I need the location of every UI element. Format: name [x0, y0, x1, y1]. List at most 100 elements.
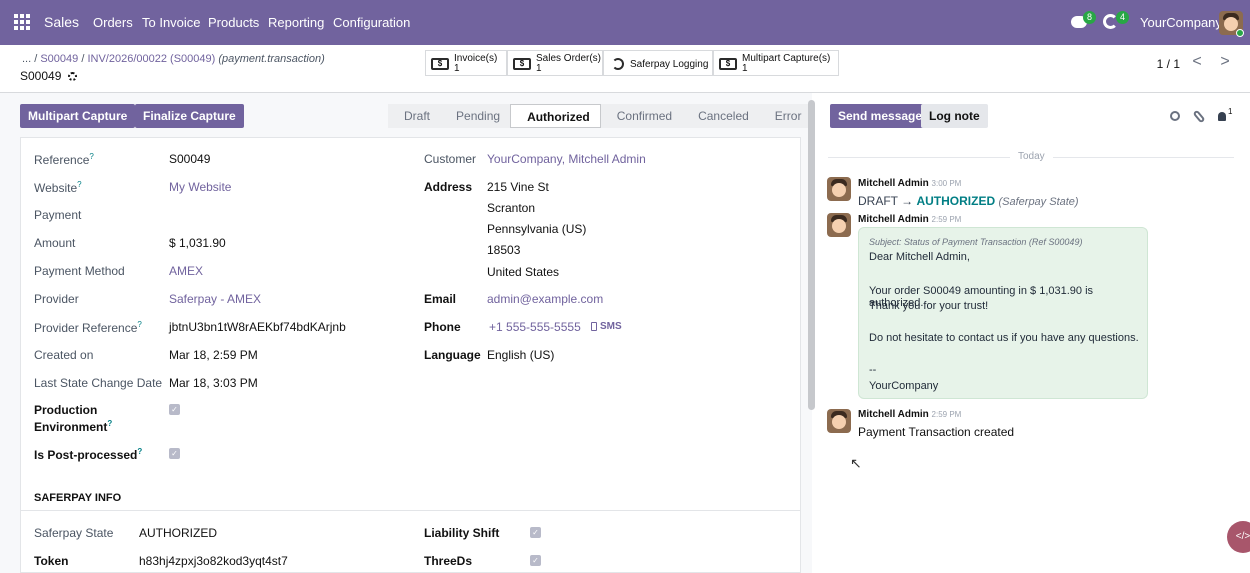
invoices-count: 1	[454, 63, 460, 74]
provider-reference-label: Provider Reference?	[34, 320, 142, 335]
send-message-button[interactable]: Send message	[830, 104, 931, 128]
email-signature: YourCompany	[869, 380, 939, 392]
language-value: English (US)	[487, 348, 555, 362]
message-body: Payment Transaction created	[858, 425, 1015, 439]
mobile-icon	[591, 322, 597, 331]
payment-method-value[interactable]: AMEX	[169, 264, 203, 278]
followers-icon[interactable]	[1218, 112, 1226, 121]
status-pending[interactable]: Pending	[440, 104, 511, 128]
production-environment-checkbox[interactable]: ✓	[169, 404, 180, 415]
breadcrumb-model: (payment.transaction)	[218, 53, 325, 65]
provider-label: Provider	[34, 292, 79, 306]
website-value[interactable]: My Website	[169, 180, 231, 194]
address-state: Pennsylvania (US)	[487, 222, 587, 236]
email-value[interactable]: admin@example.com	[487, 292, 603, 306]
followers-count: 1	[1228, 107, 1233, 116]
saferpay-state-value: AUTHORIZED	[139, 526, 217, 540]
multipart-capture-button[interactable]: Multipart Capture	[20, 104, 136, 128]
post-processed-label: Is Post-processed?	[34, 447, 143, 462]
language-label: Language	[424, 348, 481, 362]
search-icon[interactable]	[1170, 111, 1180, 121]
author-avatar[interactable]	[827, 213, 851, 237]
email-message: Subject: Status of Payment Transaction (…	[858, 227, 1148, 399]
menu-configuration[interactable]: Configuration	[333, 15, 410, 30]
liability-shift-checkbox[interactable]: ✓	[530, 527, 541, 538]
sms-button[interactable]: SMS	[600, 321, 622, 332]
multipart-captures-count: 1	[742, 63, 748, 74]
apps-grid-icon[interactable]	[14, 14, 30, 30]
breadcrumb-separator: /	[81, 53, 85, 65]
threeds-label: ThreeDs	[424, 554, 473, 568]
record-name: S00049	[20, 69, 62, 83]
author-avatar[interactable]	[827, 177, 851, 201]
created-on-value: Mar 18, 2:59 PM	[169, 348, 258, 362]
paperclip-icon[interactable]	[1192, 109, 1206, 124]
breadcrumb-invoice[interactable]: INV/2026/00022 (S00049)	[87, 53, 215, 65]
control-panel: ... / S00049 / INV/2026/00022 (S00049) (…	[0, 45, 1250, 93]
history-icon	[612, 58, 624, 70]
post-processed-checkbox[interactable]: ✓	[169, 448, 180, 459]
status-draft[interactable]: Draft	[388, 104, 441, 128]
token-label: Token	[34, 554, 69, 568]
form-view: Multipart Capture Finalize Capture Draft…	[0, 93, 812, 573]
website-label: Website?	[34, 180, 82, 195]
sales-orders-smart-button[interactable]: $ Sales Order(s) 1	[507, 50, 603, 76]
reference-value: S00049	[169, 152, 211, 166]
today-label: Today	[1010, 151, 1053, 162]
email-signature-dash: --	[869, 364, 877, 376]
multipart-captures-smart-button[interactable]: $ Multipart Capture(s) 1	[713, 50, 839, 76]
provider-value[interactable]: Saferpay - AMEX	[169, 292, 261, 306]
invoices-smart-button[interactable]: $ Invoice(s) 1	[425, 50, 507, 76]
email-greeting: Dear Mitchell Admin,	[869, 251, 970, 263]
created-on-label: Created on	[34, 348, 94, 362]
payment-label: Payment	[34, 208, 82, 222]
last-state-change-label: Last State Change Date	[34, 376, 163, 390]
log-note-button[interactable]: Log note	[921, 104, 988, 128]
amount-label: Amount	[34, 236, 76, 250]
status-authorized[interactable]: Authorized	[510, 104, 601, 128]
breadcrumb-prefix[interactable]: ... /	[22, 53, 37, 65]
activity-badge: 4	[1116, 11, 1129, 24]
multipart-captures-label: Multipart Capture(s)	[742, 53, 831, 64]
address-city: Scranton	[487, 201, 536, 215]
author-avatar[interactable]	[827, 409, 851, 433]
address-zip: 18503	[487, 243, 521, 257]
pager-next-button[interactable]: >	[1213, 51, 1237, 75]
phone-value[interactable]: +1 555-555-5555	[489, 320, 581, 334]
invoice-icon: $	[719, 58, 737, 70]
pager-value[interactable]: 1 / 1	[1157, 57, 1180, 71]
menu-to-invoice[interactable]: To Invoice	[142, 15, 201, 30]
company-switcher[interactable]: YourCompany	[1140, 15, 1222, 30]
threeds-checkbox[interactable]: ✓	[530, 555, 541, 566]
app-name[interactable]: Sales	[44, 14, 79, 30]
status-confirmed[interactable]: Confirmed	[600, 104, 683, 128]
customer-label: Customer	[424, 152, 477, 166]
address-label: Address	[424, 180, 473, 194]
gear-icon[interactable]	[67, 72, 77, 81]
menu-products[interactable]: Products	[208, 15, 259, 30]
form-scrollbar[interactable]	[808, 100, 815, 410]
status-error[interactable]: Error	[758, 104, 812, 128]
customer-value[interactable]: YourCompany, Mitchell Admin	[487, 152, 646, 166]
address-street: 215 Vine St	[487, 180, 549, 194]
menu-reporting[interactable]: Reporting	[268, 15, 324, 30]
invoices-label: Invoice(s)	[454, 53, 498, 64]
status-canceled[interactable]: Canceled	[682, 104, 759, 128]
messages-badge: 8	[1083, 11, 1096, 24]
token-value: h83hj4zpxj3o82kod3yqt4st7	[139, 554, 288, 568]
saferpay-logging-label: Saferpay Logging	[630, 59, 709, 70]
sales-orders-count: 1	[536, 63, 542, 74]
sales-orders-label: Sales Order(s)	[536, 53, 602, 64]
message-author: Mitchell Admin 2:59 PM	[858, 214, 962, 225]
message-author: Mitchell Admin 3:00 PM	[858, 178, 962, 189]
tracking-change: DRAFT → AUTHORIZED (Saferpay State)	[858, 194, 1079, 208]
email-body-line-3: Do not hesitate to contact us if you hav…	[869, 332, 1139, 344]
email-label: Email	[424, 292, 457, 306]
breadcrumb-sale-order[interactable]: S00049	[40, 53, 78, 65]
pager-previous-button[interactable]: <	[1185, 51, 1209, 75]
saferpay-logging-smart-button[interactable]: Saferpay Logging	[603, 50, 713, 76]
reference-label: Reference?	[34, 152, 94, 167]
menu-orders[interactable]: Orders	[93, 15, 133, 30]
payment-method-label: Payment Method	[34, 264, 125, 278]
finalize-capture-button[interactable]: Finalize Capture	[135, 104, 244, 128]
